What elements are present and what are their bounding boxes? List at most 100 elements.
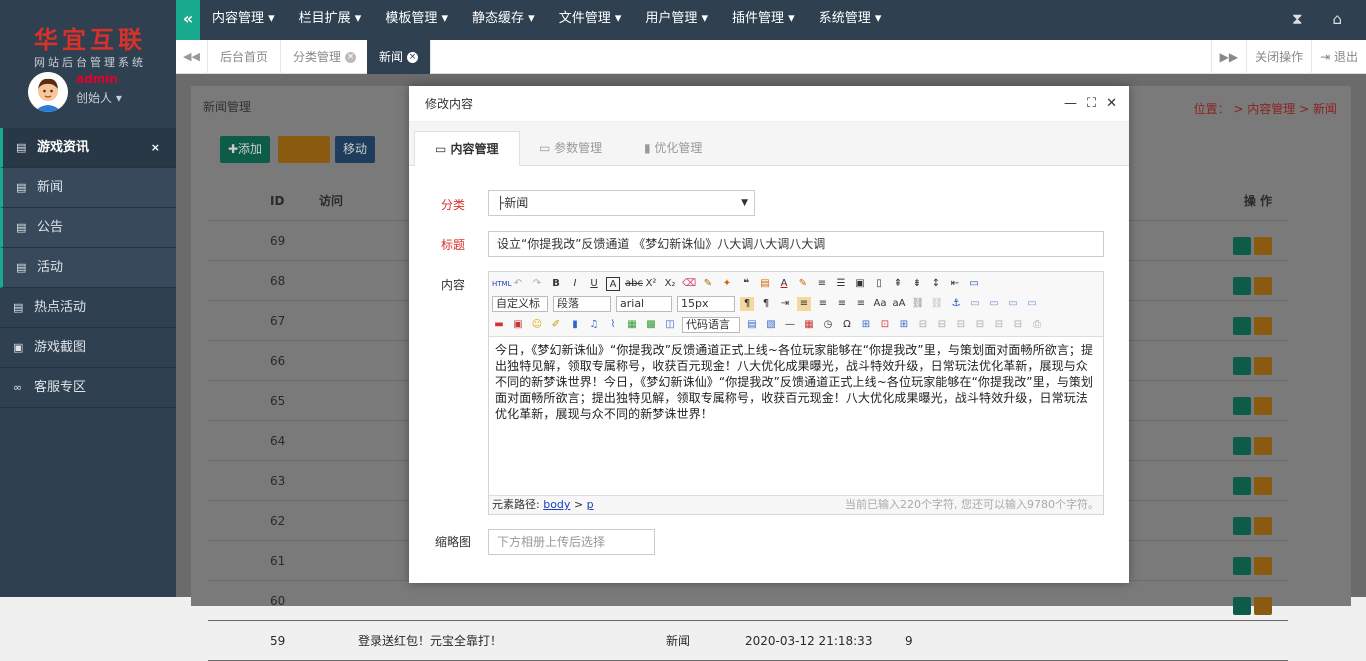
font-color-icon[interactable]: A bbox=[777, 277, 791, 291]
special-chars-icon[interactable]: Ω bbox=[840, 318, 854, 332]
edit-icon[interactable] bbox=[1233, 597, 1251, 615]
insert-col-icon[interactable]: ⊟ bbox=[954, 318, 968, 332]
editor-content[interactable]: 今日，《梦幻新诛仙》“你提我改”反馈通道正式上线~各位玩家能够在“你提我改”里，… bbox=[495, 342, 1099, 422]
edit-icon[interactable] bbox=[1233, 237, 1251, 255]
delete-icon[interactable] bbox=[1254, 357, 1272, 375]
delete-button[interactable] bbox=[278, 136, 330, 163]
path-body-link[interactable]: body bbox=[543, 498, 570, 511]
delete-icon[interactable] bbox=[1254, 517, 1272, 535]
paste-plain-icon[interactable]: ▤ bbox=[758, 277, 772, 291]
undo-icon[interactable]: ↶ bbox=[511, 277, 525, 291]
tab-home[interactable]: 后台首页 bbox=[208, 40, 282, 74]
align-right-icon[interactable]: ≡ bbox=[835, 297, 849, 311]
simple-upload-icon[interactable]: ▬ bbox=[492, 318, 506, 332]
insert-frame-icon[interactable]: ◫ bbox=[663, 318, 677, 332]
blockquote-icon[interactable]: ❝ bbox=[739, 277, 753, 291]
align-left-icon[interactable]: ≡ bbox=[797, 297, 811, 311]
home-icon[interactable]: ⌂ bbox=[1332, 0, 1342, 38]
user-name[interactable]: admin bbox=[76, 72, 118, 86]
top-menu-files[interactable]: 文件管理 ▾ bbox=[559, 0, 622, 40]
redo-icon[interactable]: ↷ bbox=[530, 277, 544, 291]
image-center-icon[interactable]: ▭ bbox=[1025, 297, 1039, 311]
image-float-left-icon[interactable]: ▭ bbox=[987, 297, 1001, 311]
rtl-icon[interactable]: ¶ bbox=[759, 297, 773, 311]
sidebar-item-notice[interactable]: ▤ 公告 bbox=[0, 208, 176, 248]
tab-seo[interactable]: ▮ 优化管理 bbox=[624, 131, 722, 166]
category-select[interactable]: ├新闻 ▼ bbox=[488, 190, 755, 216]
tab-params[interactable]: ▭ 参数管理 bbox=[519, 131, 622, 166]
custom-style-select[interactable]: 自定义标 bbox=[492, 296, 548, 312]
insert-video-icon[interactable]: ▮ bbox=[568, 318, 582, 332]
top-menu-system[interactable]: 系统管理 ▾ bbox=[819, 0, 882, 40]
emotion-icon[interactable]: ☺ bbox=[530, 318, 544, 332]
line-height-icon[interactable]: ↕ bbox=[929, 277, 943, 291]
delete-icon[interactable] bbox=[1254, 557, 1272, 575]
minimize-icon[interactable]: — bbox=[1064, 86, 1077, 122]
insert-table-icon[interactable]: ⊞ bbox=[897, 318, 911, 332]
tab-news[interactable]: 新闻 × bbox=[367, 40, 432, 74]
row-spacing-bottom-icon[interactable]: ⇟ bbox=[910, 277, 924, 291]
edit-icon[interactable] bbox=[1233, 397, 1251, 415]
top-menu-column[interactable]: 栏目扩展 ▾ bbox=[299, 0, 362, 40]
sidebar-item-screenshots[interactable]: ▣ 游戏截图 bbox=[0, 328, 176, 368]
delete-table-icon[interactable]: ⊟ bbox=[916, 318, 930, 332]
delete-icon[interactable] bbox=[1254, 237, 1272, 255]
top-menu-cache[interactable]: 静态缓存 ▾ bbox=[472, 0, 535, 40]
sidebar-item-news[interactable]: ▤ 新闻 bbox=[0, 168, 176, 208]
subscript-icon[interactable]: X₂ bbox=[663, 277, 677, 291]
ltr-icon[interactable]: ¶ bbox=[740, 297, 754, 311]
html-source-icon[interactable]: HTML bbox=[492, 277, 511, 291]
highlight-icon[interactable]: ✎ bbox=[796, 277, 810, 291]
snapscreen-icon[interactable]: ⊡ bbox=[878, 318, 892, 332]
edit-icon[interactable] bbox=[1233, 477, 1251, 495]
uppercase-icon[interactable]: Aa bbox=[873, 297, 887, 311]
thumbnail-input[interactable]: 下方相册上传后选择 bbox=[488, 529, 655, 555]
tab-next-icon[interactable]: ▶▶ bbox=[1210, 40, 1246, 74]
insert-image-icon[interactable]: ▣ bbox=[511, 318, 525, 332]
delete-icon[interactable] bbox=[1254, 597, 1272, 615]
sidebar-item-activity[interactable]: ▤ 活动 bbox=[0, 248, 176, 288]
close-tabs-button[interactable]: 关闭操作 bbox=[1246, 40, 1311, 74]
align-justify-icon[interactable]: ≡ bbox=[854, 297, 868, 311]
fullscreen-icon[interactable]: ▭ bbox=[967, 277, 981, 291]
background-icon[interactable]: ▧ bbox=[764, 318, 778, 332]
table-props-icon[interactable]: ⊟ bbox=[1011, 318, 1025, 332]
paragraph-select[interactable]: 段落 bbox=[553, 296, 611, 312]
hourglass-icon[interactable]: ⧗ bbox=[1292, 0, 1303, 38]
move-button[interactable]: 移动 bbox=[335, 136, 376, 163]
tab-prev-icon[interactable]: ◀◀ bbox=[176, 40, 208, 74]
image-float-none-icon[interactable]: ▭ bbox=[968, 297, 982, 311]
anchor-icon[interactable]: ⚓ bbox=[949, 297, 963, 311]
top-menu-content[interactable]: 内容管理 ▾ bbox=[212, 0, 275, 40]
font-size-select[interactable]: 15px bbox=[677, 296, 735, 312]
scrawl-icon[interactable]: ✐ bbox=[549, 318, 563, 332]
add-button[interactable]: ✚添加 bbox=[220, 136, 271, 163]
insert-row-icon[interactable]: ⊟ bbox=[935, 318, 949, 332]
italic-icon[interactable]: I bbox=[568, 277, 582, 291]
font-family-select[interactable]: arial bbox=[616, 296, 672, 312]
delete-icon[interactable] bbox=[1254, 477, 1272, 495]
maximize-icon[interactable]: ⛶ bbox=[1087, 86, 1096, 122]
edit-icon[interactable] bbox=[1233, 317, 1251, 335]
row-spacing-top-icon[interactable]: ⇞ bbox=[891, 277, 905, 291]
edit-icon[interactable] bbox=[1233, 437, 1251, 455]
indent-icon[interactable]: ⇤ bbox=[948, 277, 962, 291]
rich-text-editor[interactable]: HTML ↶ ↷ B I U A abc X² X₂ ⌫ ✎ ✦ ❝ ▤ A ✎… bbox=[488, 271, 1104, 515]
link-icon[interactable]: ⛓ bbox=[911, 297, 925, 311]
sidebar-item-game-news[interactable]: ▤ 游戏资讯 × bbox=[0, 128, 176, 168]
avatar[interactable] bbox=[28, 72, 68, 112]
delete-icon[interactable] bbox=[1254, 317, 1272, 335]
title-input[interactable]: 设立“你提我改”反馈通道 《梦幻新诛仙》八大调八大调八大调 bbox=[488, 231, 1104, 257]
sidebar-toggle-button[interactable]: « bbox=[176, 0, 200, 40]
sidebar-item-hot-activity[interactable]: ▤ 热点活动 bbox=[0, 288, 176, 328]
select-all-icon[interactable]: ▣ bbox=[853, 277, 867, 291]
code-language-select[interactable]: 代码语言 bbox=[682, 317, 740, 333]
delete-icon[interactable] bbox=[1254, 437, 1272, 455]
top-menu-template[interactable]: 模板管理 ▾ bbox=[385, 0, 448, 40]
unlink-icon[interactable]: ⛓ bbox=[930, 297, 944, 311]
music-icon[interactable]: ♫ bbox=[587, 318, 601, 332]
tab-category[interactable]: 分类管理 × bbox=[281, 40, 370, 74]
unordered-list-icon[interactable]: ☰ bbox=[834, 277, 848, 291]
top-menu-plugins[interactable]: 插件管理 ▾ bbox=[732, 0, 795, 40]
edit-icon[interactable] bbox=[1233, 357, 1251, 375]
